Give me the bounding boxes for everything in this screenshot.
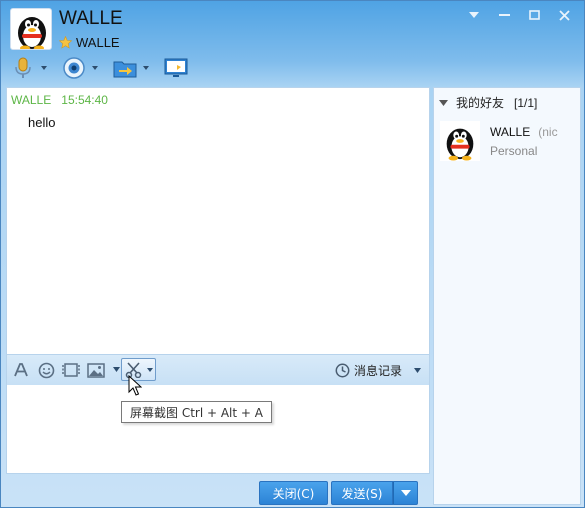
friend-note: (nic: [538, 125, 558, 139]
friend-list-item[interactable]: WALLE (nic Personal: [440, 120, 580, 164]
message-sender: WALLE: [11, 93, 52, 107]
contact-avatar[interactable]: [10, 8, 52, 50]
chevron-down-icon[interactable]: [40, 65, 48, 71]
message-input[interactable]: [6, 385, 430, 474]
friend-avatar: [440, 121, 480, 161]
camera-icon: [63, 57, 85, 79]
image-icon: [87, 362, 105, 378]
chevron-down-icon[interactable]: [414, 367, 421, 373]
dropdown-menu-button[interactable]: [460, 5, 488, 25]
minimize-icon: [498, 13, 510, 16]
font-button[interactable]: [11, 360, 31, 380]
chevron-down-icon[interactable]: [142, 65, 150, 71]
contact-name: WALLE: [59, 8, 123, 29]
send-button[interactable]: 发送(S): [331, 481, 393, 505]
mouse-cursor-icon: [128, 375, 142, 396]
chevron-down-icon[interactable]: [113, 367, 120, 372]
chat-window: WALLE WALLE WALLE 15:54:40 hello 消息记录 屏幕…: [0, 0, 585, 508]
message-time: 15:54:40: [61, 93, 108, 107]
maximize-button[interactable]: [520, 5, 548, 25]
window-controls: [460, 5, 578, 25]
star-icon: [59, 35, 72, 49]
close-button[interactable]: 关闭(C): [259, 481, 328, 505]
screen-share-icon: [164, 58, 188, 77]
penguin-icon: [18, 17, 46, 49]
file-transfer-icon: [113, 61, 137, 78]
input-toolbar: 消息记录: [6, 355, 430, 385]
chevron-down-icon[interactable]: [147, 368, 153, 372]
chevron-down-icon: [400, 490, 411, 496]
gif-button[interactable]: [61, 360, 81, 380]
status-text: WALLE: [76, 34, 120, 50]
chevron-down-icon[interactable]: [91, 65, 99, 71]
clock-icon: [335, 363, 350, 377]
film-icon: [62, 363, 80, 377]
top-toolbar: [11, 55, 202, 81]
font-icon: [14, 363, 28, 377]
video-call-tool[interactable]: [62, 55, 99, 81]
image-button[interactable]: [86, 360, 106, 380]
message-history[interactable]: WALLE 15:54:40 hello: [6, 87, 430, 355]
emoji-button[interactable]: [36, 360, 56, 380]
penguin-icon: [446, 128, 474, 161]
history-label: 消息记录: [353, 363, 402, 378]
message-header: WALLE 15:54:40: [11, 93, 108, 107]
close-window-button[interactable]: [550, 5, 578, 25]
friend-name: WALLE: [490, 125, 531, 139]
chevron-down-icon: [469, 12, 479, 18]
chevron-down-icon: [439, 99, 448, 106]
voice-call-tool[interactable]: [11, 55, 48, 81]
friend-name-row: WALLE (nic: [490, 125, 558, 139]
friend-signature: Personal: [490, 144, 538, 158]
friends-panel: 我的好友 [1/1] WALLE (nic Personal: [433, 87, 581, 505]
message-text: hello: [28, 115, 56, 130]
microphone-icon: [15, 57, 31, 78]
message-history-button[interactable]: 消息记录: [335, 360, 421, 380]
screen-share-tool[interactable]: [164, 55, 188, 81]
group-count: [1/1]: [514, 95, 538, 110]
send-options-button[interactable]: [393, 481, 418, 505]
group-name: 我的好友: [456, 96, 505, 110]
maximize-icon: [528, 10, 540, 20]
screenshot-tooltip: 屏幕截图 Ctrl + Alt + A: [121, 401, 272, 423]
close-icon: [558, 9, 570, 21]
status-row: WALLE: [59, 34, 120, 50]
minimize-button[interactable]: [490, 5, 518, 25]
friend-group-header[interactable]: 我的好友 [1/1]: [439, 94, 537, 111]
file-transfer-tool[interactable]: [113, 55, 150, 81]
smiley-icon: [38, 362, 54, 378]
